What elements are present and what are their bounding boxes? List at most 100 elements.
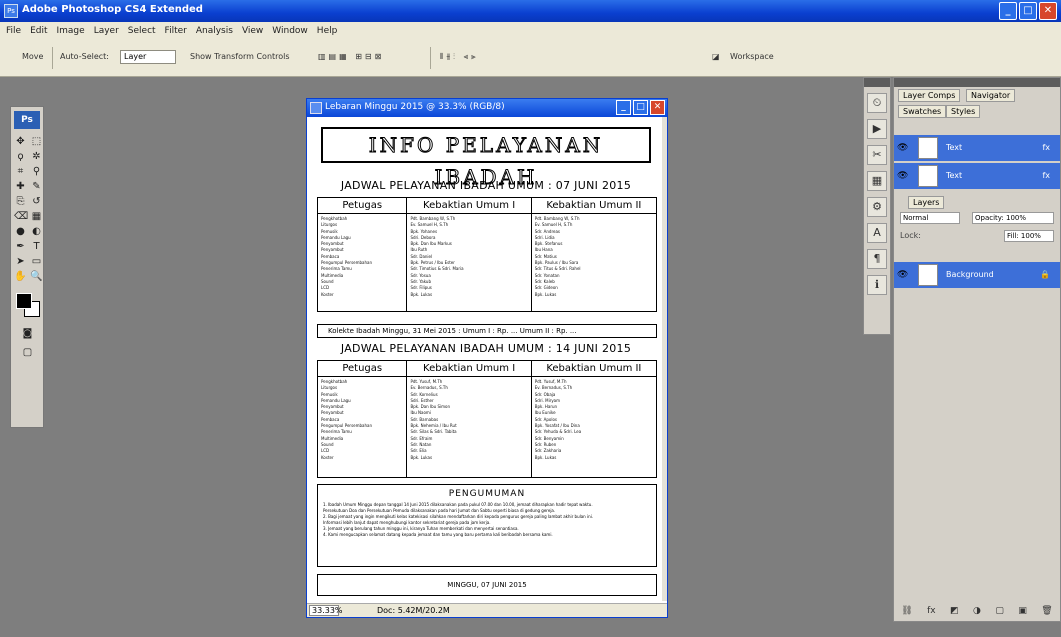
tab-swatches[interactable]: Swatches [898, 105, 947, 118]
document-window: Lebaran Minggu 2015 @ 33.3% (RGB/8) _ □ … [306, 98, 668, 618]
color-swatches[interactable] [16, 293, 40, 317]
tab-layer-comps[interactable]: Layer Comps [898, 89, 961, 102]
eyedropper-icon[interactable]: ⚲ [30, 165, 43, 178]
auto-select-checkbox[interactable]: Auto-Select: [60, 52, 109, 61]
layer-thumbnail [918, 165, 938, 187]
pen-icon[interactable]: ✒ [14, 240, 27, 253]
table-cell: Bpk. Lukas [534, 291, 557, 297]
layer-row-background[interactable]: 👁 Background 🔒 [894, 262, 1060, 288]
type-icon[interactable]: T [30, 240, 43, 253]
layer-thumbnail [918, 264, 938, 286]
eraser-icon[interactable]: ⌫ [14, 210, 28, 223]
menu-bar: File Edit Image Layer Select Filter Anal… [0, 22, 1061, 39]
menu-image[interactable]: Image [57, 26, 85, 36]
gradient-icon[interactable]: ▦ [30, 210, 43, 223]
blur-icon[interactable]: ● [14, 225, 27, 238]
layer-row[interactable]: 👁 Text fx [894, 135, 1060, 161]
table-rows: Pdt. Bambang W, S.Th Ev. Samuel H, S.Th Bp… [407, 214, 530, 300]
panel-dock-strip: ⏲ ▶ ✂ ▦ ⚙ A ¶ ℹ [863, 77, 891, 335]
align-buttons[interactable]: ▥▤▦ ⊞⊟⊠ [318, 52, 384, 61]
maximize-button[interactable]: □ [1019, 2, 1037, 20]
collecte-line: Kolekte Ibadah Minggu, 31 Mei 2015 : Umu… [317, 324, 657, 338]
blend-mode-dropdown[interactable]: Normal [900, 212, 960, 224]
zoom-field[interactable]: 33.33% [309, 605, 343, 616]
paragraph-icon[interactable]: ¶ [867, 249, 887, 269]
schedule1-col-umum2: Kebaktian Umum II Pdt. Bambang W, S.Th Ev… [531, 198, 656, 311]
layer-row[interactable]: 👁 Text fx [894, 163, 1060, 189]
lasso-icon[interactable]: ϙ [14, 150, 27, 163]
menu-window[interactable]: Window [272, 26, 308, 36]
workspace-icon[interactable]: ◪ [712, 52, 720, 61]
tool-preset-picker[interactable]: Move [22, 52, 43, 61]
minimize-button[interactable]: _ [999, 2, 1017, 20]
menu-view[interactable]: View [242, 26, 263, 36]
announcement-box: PENGUMUMAN 1. Ibadah Umum Minggu depan t… [317, 484, 657, 567]
shape-icon[interactable]: ▭ [30, 255, 43, 268]
doc-close-button[interactable]: ✕ [650, 100, 665, 115]
workspace-menu[interactable]: Workspace [730, 52, 774, 61]
visibility-eye-icon[interactable]: 👁 [897, 171, 909, 183]
menu-filter[interactable]: Filter [165, 26, 187, 36]
menu-select[interactable]: Select [128, 26, 156, 36]
document-titlebar[interactable]: Lebaran Minggu 2015 @ 33.3% (RGB/8) _ □ … [307, 99, 667, 117]
layer-mask-icon[interactable]: ◩ [950, 606, 959, 616]
distribute-buttons[interactable]: ⫴⫵⫶ ⫷⫸ [440, 52, 479, 62]
brushes-icon[interactable]: ▦ [867, 171, 887, 191]
dodge-icon[interactable]: ◐ [30, 225, 43, 238]
stamp-icon[interactable]: ⎘ [14, 195, 27, 208]
link-layers-icon[interactable]: ⛓ [901, 606, 912, 616]
zoom-icon[interactable]: 🔍 [30, 270, 43, 283]
tools-preset-icon[interactable]: ✂ [867, 145, 887, 165]
show-transform-checkbox[interactable]: Show Transform Controls [190, 52, 290, 61]
tab-styles[interactable]: Styles [946, 105, 981, 118]
table-header: Kebaktian Umum II [531, 361, 656, 377]
delete-layer-icon[interactable]: 🗑 [1041, 606, 1052, 616]
magic-wand-icon[interactable]: ✲ [30, 150, 43, 163]
history-icon[interactable]: ⏲ [867, 93, 887, 113]
marquee-icon[interactable]: ⬚ [30, 135, 43, 148]
tab-navigator[interactable]: Navigator [966, 89, 1016, 102]
menu-analysis[interactable]: Analysis [196, 26, 233, 36]
character-icon[interactable]: A [867, 223, 887, 243]
menu-layer[interactable]: Layer [94, 26, 119, 36]
separator [52, 47, 53, 69]
layers-panel-bottom-bar: ⛓ fx ◩ ◑ ▢ ▣ 🗑 [894, 603, 1060, 619]
close-button[interactable]: ✕ [1039, 2, 1057, 20]
new-layer-icon[interactable]: ▣ [1018, 606, 1027, 616]
menu-file[interactable]: File [6, 26, 21, 36]
clone-source-icon[interactable]: ⚙ [867, 197, 887, 217]
actions-icon[interactable]: ▶ [867, 119, 887, 139]
foreground-color[interactable] [16, 293, 32, 309]
screen-mode-icon[interactable]: ▢ [21, 346, 34, 359]
brush-icon[interactable]: ✎ [30, 180, 43, 193]
visibility-eye-icon[interactable]: 👁 [897, 143, 909, 155]
path-select-icon[interactable]: ➤ [14, 255, 27, 268]
dock-header[interactable] [864, 78, 890, 87]
panel-header[interactable] [894, 78, 1060, 87]
adjustment-layer-icon[interactable]: ◑ [973, 606, 981, 616]
fill-field[interactable]: Fill: 100% [1004, 230, 1054, 242]
tab-layers[interactable]: Layers [908, 196, 945, 209]
healing-icon[interactable]: ✚ [14, 180, 27, 193]
document-title: Lebaran Minggu 2015 @ 33.3% (RGB/8) [325, 102, 505, 112]
crop-icon[interactable]: ⌗ [14, 165, 27, 178]
new-group-icon[interactable]: ▢ [995, 606, 1004, 616]
opacity-field[interactable]: Opacity: 100% [972, 212, 1054, 224]
auto-select-dropdown[interactable]: Layer [120, 50, 176, 64]
menu-edit[interactable]: Edit [30, 26, 47, 36]
layer-style-icon[interactable]: fx [927, 606, 936, 616]
document-info[interactable]: Doc: 5.42M/20.2M [377, 606, 450, 615]
vertical-scrollbar[interactable] [662, 117, 667, 601]
document-canvas[interactable]: INFO PELAYANAN IBADAH JADWAL PELAYANAN I… [311, 119, 661, 601]
visibility-eye-icon[interactable]: 👁 [897, 270, 909, 282]
quick-mask-icon[interactable]: ◙ [21, 327, 34, 340]
menu-help[interactable]: Help [317, 26, 338, 36]
photoshop-icon: Ps [4, 4, 18, 18]
history-brush-icon[interactable]: ↺ [30, 195, 43, 208]
doc-minimize-button[interactable]: _ [616, 100, 631, 115]
hand-icon[interactable]: ✋ [14, 270, 27, 283]
info-icon[interactable]: ℹ [867, 275, 887, 295]
poster-banner: INFO PELAYANAN IBADAH [321, 127, 651, 190]
move-icon[interactable]: ✥ [14, 135, 27, 148]
doc-maximize-button[interactable]: □ [633, 100, 648, 115]
